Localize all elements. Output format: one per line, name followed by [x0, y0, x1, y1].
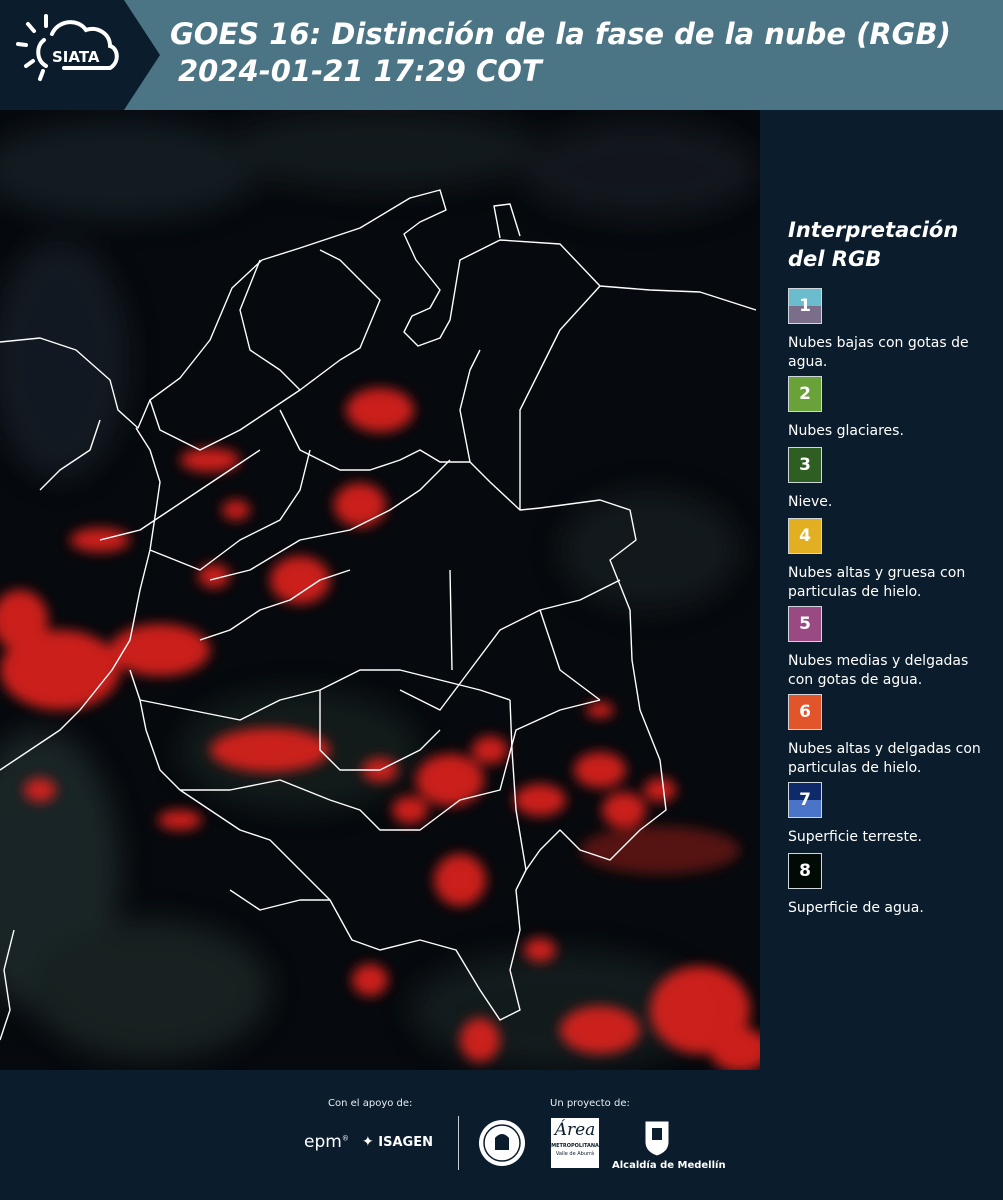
area-logo-sub1: METROPOLITANA: [551, 1143, 599, 1149]
medellin-shield-icon: [644, 1120, 670, 1157]
legend-swatch-6: 6: [788, 694, 822, 730]
legend-item-3: 3 Nieve.: [788, 447, 988, 518]
title-product: GOES 16: Distinción de la fase de la nub…: [170, 17, 951, 51]
legend-label-4: Nubes altas y gruesa con particulas de h…: [788, 565, 966, 600]
alcaldia-logo-text: Alcaldía de Medellín: [612, 1160, 726, 1171]
area-logo-sub2: Valle de Aburrá: [555, 1151, 595, 1157]
support-label: Con el apoyo de:: [328, 1098, 413, 1109]
page-title: GOES 16: Distinción de la fase de la nub…: [170, 16, 951, 90]
legend-heading: Interpretación del RGB: [788, 218, 959, 271]
legend-swatch-5: 5: [788, 606, 822, 642]
legend-label-1: Nubes bajas con gotas de agua.: [788, 335, 969, 370]
legend-swatch-7: 7: [788, 782, 822, 818]
legend-item-1: 1 Nubes bajas con gotas de agua.: [788, 288, 988, 376]
satellite-image: [0, 110, 760, 1070]
legend-item-5: 5 Nubes medias y delgadas con gotas de a…: [788, 606, 988, 694]
legend-swatch-1: 1: [788, 288, 822, 324]
project-label: Un proyecto de:: [550, 1098, 630, 1109]
legend-item-7: 7 Superficie terreste.: [788, 782, 988, 853]
area-metropolitana-logo: Área METROPOLITANA Valle de Aburrá: [551, 1118, 599, 1168]
siata-logo-text: SIATA: [52, 48, 100, 66]
legend-item-6: 6 Nubes altas y delgadas con particulas …: [788, 694, 988, 782]
legend-label-3: Nieve.: [788, 494, 833, 510]
legend-label-8: Superficie de agua.: [788, 900, 924, 916]
satellite-image-map: [0, 110, 760, 1070]
isagen-logo-icon: ✦: [362, 1134, 374, 1150]
legend-swatch-8: 8: [788, 853, 822, 889]
footer: Con el apoyo de: Un proyecto de: epm® ✦ …: [0, 1070, 1003, 1200]
legend-swatch-4: 4: [788, 518, 822, 554]
epm-logo: epm®: [304, 1132, 349, 1152]
legend-panel: Interpretación del RGB 1 Nubes bajas con…: [788, 216, 988, 924]
title-timestamp: 2024-01-21 17:29 COT: [178, 54, 542, 88]
isagen-logo-text: ISAGEN: [378, 1135, 433, 1150]
seal-logo-icon: [479, 1120, 525, 1166]
legend-swatch-2: 2: [788, 376, 822, 412]
legend-label-2: Nubes glaciares.: [788, 423, 904, 439]
legend-label-5: Nubes medias y delgadas con gotas de agu…: [788, 653, 969, 688]
legend-label-7: Superficie terreste.: [788, 829, 923, 845]
legend-item-8: 8 Superficie de agua.: [788, 853, 988, 924]
epm-logo-text: epm: [304, 1132, 342, 1152]
legend-label-6: Nubes altas y delgadas con particulas de…: [788, 741, 981, 776]
siata-logo-panel: SIATA: [0, 0, 160, 110]
footer-divider: [458, 1116, 459, 1170]
legend-swatch-3: 3: [788, 447, 822, 483]
legend-list: 1 Nubes bajas con gotas de agua. 2 Nubes…: [788, 288, 988, 924]
legend-item-4: 4 Nubes altas y gruesa con particulas de…: [788, 518, 988, 606]
header-bar: SIATA GOES 16: Distinción de la fase de …: [0, 0, 1003, 110]
siata-logo-icon: SIATA: [16, 14, 119, 81]
area-logo-word: Área: [554, 1120, 596, 1140]
isagen-logo: ✦ ISAGEN: [362, 1134, 433, 1150]
legend-item-2: 2 Nubes glaciares.: [788, 376, 988, 447]
